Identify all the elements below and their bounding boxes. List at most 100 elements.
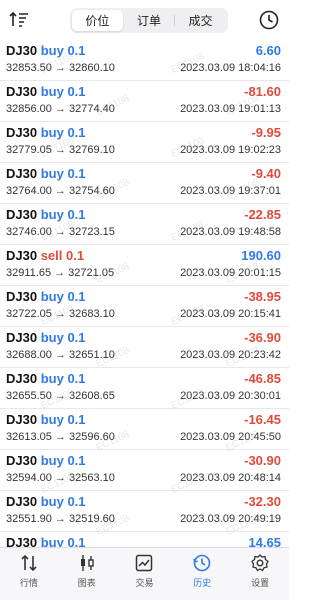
trade-time: 2023.03.09 19:01:13	[180, 103, 281, 115]
trade-side: sell	[40, 248, 63, 263]
trade-side: buy	[40, 412, 64, 427]
trade-symbol: DJ30	[6, 289, 38, 304]
trade-chart-icon	[136, 554, 153, 572]
trade-profit: -38.95	[244, 289, 281, 304]
bottom-tab-bar: 行情 图表 交易 历史 设置	[0, 547, 289, 600]
sort-icon[interactable]	[8, 9, 30, 31]
trade-symbol: DJ30	[6, 330, 38, 345]
tab-deals[interactable]: 成交	[175, 10, 226, 31]
trade-history-list[interactable]: DJ30 buy 0.1 32853.50 → 32860.10 6.60 2023.…	[0, 40, 289, 547]
quotes-arrows-icon	[21, 554, 37, 572]
trade-prices: 32551.90 → 32519.60	[6, 513, 115, 525]
trade-title: DJ30 buy 0.1	[6, 412, 86, 427]
trade-profit: 6.60	[255, 43, 281, 58]
trade-side: buy	[40, 535, 64, 547]
trade-profit: -16.45	[244, 412, 281, 427]
trade-side: buy	[40, 289, 64, 304]
trade-prices: 32853.50 → 32860.10	[6, 62, 115, 74]
trade-row[interactable]: DJ30 sell 0.1 32911.65 → 32721.05 190.60 20…	[0, 245, 289, 286]
trade-prices: 32746.00 → 32723.15	[6, 226, 115, 238]
trade-title: DJ30 buy 0.1	[6, 289, 86, 304]
trade-symbol: DJ30	[6, 412, 38, 427]
tabbar-label: 交易	[135, 578, 154, 588]
tabbar-item-quotes[interactable]: 行情	[0, 548, 58, 600]
trade-symbol: DJ30	[6, 535, 38, 547]
tab-positions[interactable]: 价位	[72, 10, 123, 31]
candlestick-chart-icon	[80, 555, 94, 571]
trade-row[interactable]: DJ30 buy 0.1 32853.50 → 32860.10 6.60 2023.…	[0, 40, 289, 81]
trade-row[interactable]: DJ30 buy 0.1 32779.05 → 32769.10 -9.95 2023…	[0, 122, 289, 163]
trade-symbol: DJ30	[6, 248, 38, 263]
trade-prices: 32779.05 → 32769.10	[6, 144, 115, 156]
tabbar-item-settings[interactable]: 设置	[231, 548, 289, 600]
trade-title: DJ30 buy 0.1	[6, 453, 86, 468]
trade-symbol: DJ30	[6, 453, 38, 468]
tabbar-label: 行情	[19, 578, 38, 588]
tabbar-item-history[interactable]: 历史	[173, 548, 231, 600]
trade-time: 2023.03.09 18:04:16	[180, 62, 281, 74]
tabbar-item-chart[interactable]: 图表	[58, 548, 116, 600]
trade-time: 2023.03.09 20:49:19	[180, 513, 281, 525]
trade-side: buy	[40, 125, 64, 140]
trade-lot: 0.1	[67, 330, 86, 345]
trade-time: 2023.03.09 20:45:50	[180, 431, 281, 443]
trade-row[interactable]: DJ30 buy 0.1 14.65	[0, 532, 289, 547]
top-toolbar: 价位 订单 成交	[0, 0, 289, 40]
trade-side: buy	[40, 207, 64, 222]
trade-profit: -81.60	[244, 84, 281, 99]
trade-side: buy	[40, 166, 64, 181]
trade-side: buy	[40, 494, 64, 509]
trade-row[interactable]: DJ30 buy 0.1 32722.05 → 32683.10 -38.95 202…	[0, 286, 289, 327]
trade-prices: 32594.00 → 32563.10	[6, 472, 115, 484]
trade-lot: 0.1	[67, 371, 86, 386]
history-clock-icon	[193, 554, 211, 572]
trade-profit: -32.30	[244, 494, 281, 509]
trade-title: DJ30 buy 0.1	[6, 166, 86, 181]
trade-symbol: DJ30	[6, 43, 38, 58]
trade-title: DJ30 buy 0.1	[6, 125, 86, 140]
trade-side: buy	[40, 453, 64, 468]
trade-symbol: DJ30	[6, 125, 38, 140]
tab-orders[interactable]: 订单	[124, 10, 175, 31]
trade-row[interactable]: DJ30 buy 0.1 32594.00 → 32563.10 -30.90 202…	[0, 450, 289, 491]
trade-row[interactable]: DJ30 buy 0.1 32613.05 → 32596.60 -16.45 202…	[0, 409, 289, 450]
trade-prices: 32688.00 → 32651.10	[6, 349, 115, 361]
trade-lot: 0.1	[67, 494, 86, 509]
history-clock-icon[interactable]	[258, 9, 280, 31]
trade-symbol: DJ30	[6, 371, 38, 386]
trade-profit: -9.95	[251, 125, 281, 140]
trade-side: buy	[40, 371, 64, 386]
trade-profit: -46.85	[244, 371, 281, 386]
trade-lot: 0.1	[67, 166, 86, 181]
trade-row[interactable]: DJ30 buy 0.1 32764.00 → 32754.60 -9.40 2023…	[0, 163, 289, 204]
trade-time: 2023.03.09 20:01:15	[180, 267, 281, 279]
segmented-control: 价位 订单 成交	[70, 8, 228, 33]
trade-prices: 32613.05 → 32596.60	[6, 431, 115, 443]
trade-side: buy	[40, 84, 64, 99]
trade-row[interactable]: DJ30 buy 0.1 32856.00 → 32774.40 -81.60 202…	[0, 81, 289, 122]
trade-lot: 0.1	[67, 43, 86, 58]
trade-prices: 32722.05 → 32683.10	[6, 308, 115, 320]
trade-prices: 32655.50 → 32608.65	[6, 390, 115, 402]
trade-row[interactable]: DJ30 buy 0.1 32655.50 → 32608.65 -46.85 202…	[0, 368, 289, 409]
trade-prices: 32856.00 → 32774.40	[6, 103, 115, 115]
trade-symbol: DJ30	[6, 207, 38, 222]
trade-time: 2023.03.09 19:48:58	[180, 226, 281, 238]
trade-profit: -30.90	[244, 453, 281, 468]
trade-title: DJ30 buy 0.1	[6, 84, 86, 99]
trade-title: DJ30 sell 0.1	[6, 248, 84, 263]
trade-title: DJ30 buy 0.1	[6, 535, 86, 547]
trade-profit: 190.60	[241, 248, 281, 263]
trade-row[interactable]: DJ30 buy 0.1 32746.00 → 32723.15 -22.85 202…	[0, 204, 289, 245]
trade-title: DJ30 buy 0.1	[6, 494, 86, 509]
tabbar-item-trade[interactable]: 交易	[116, 548, 174, 600]
tabbar-label: 历史	[193, 578, 212, 588]
trade-row[interactable]: DJ30 buy 0.1 32551.90 → 32519.60 -32.30 202…	[0, 491, 289, 532]
trade-profit: 14.65	[248, 535, 281, 547]
trade-lot: 0.1	[67, 453, 86, 468]
tabbar-label: 设置	[251, 578, 270, 588]
trade-time: 2023.03.09 20:23:42	[180, 349, 281, 361]
trade-symbol: DJ30	[6, 494, 38, 509]
trade-lot: 0.1	[67, 535, 86, 547]
trade-row[interactable]: DJ30 buy 0.1 32688.00 → 32651.10 -36.90 202…	[0, 327, 289, 368]
